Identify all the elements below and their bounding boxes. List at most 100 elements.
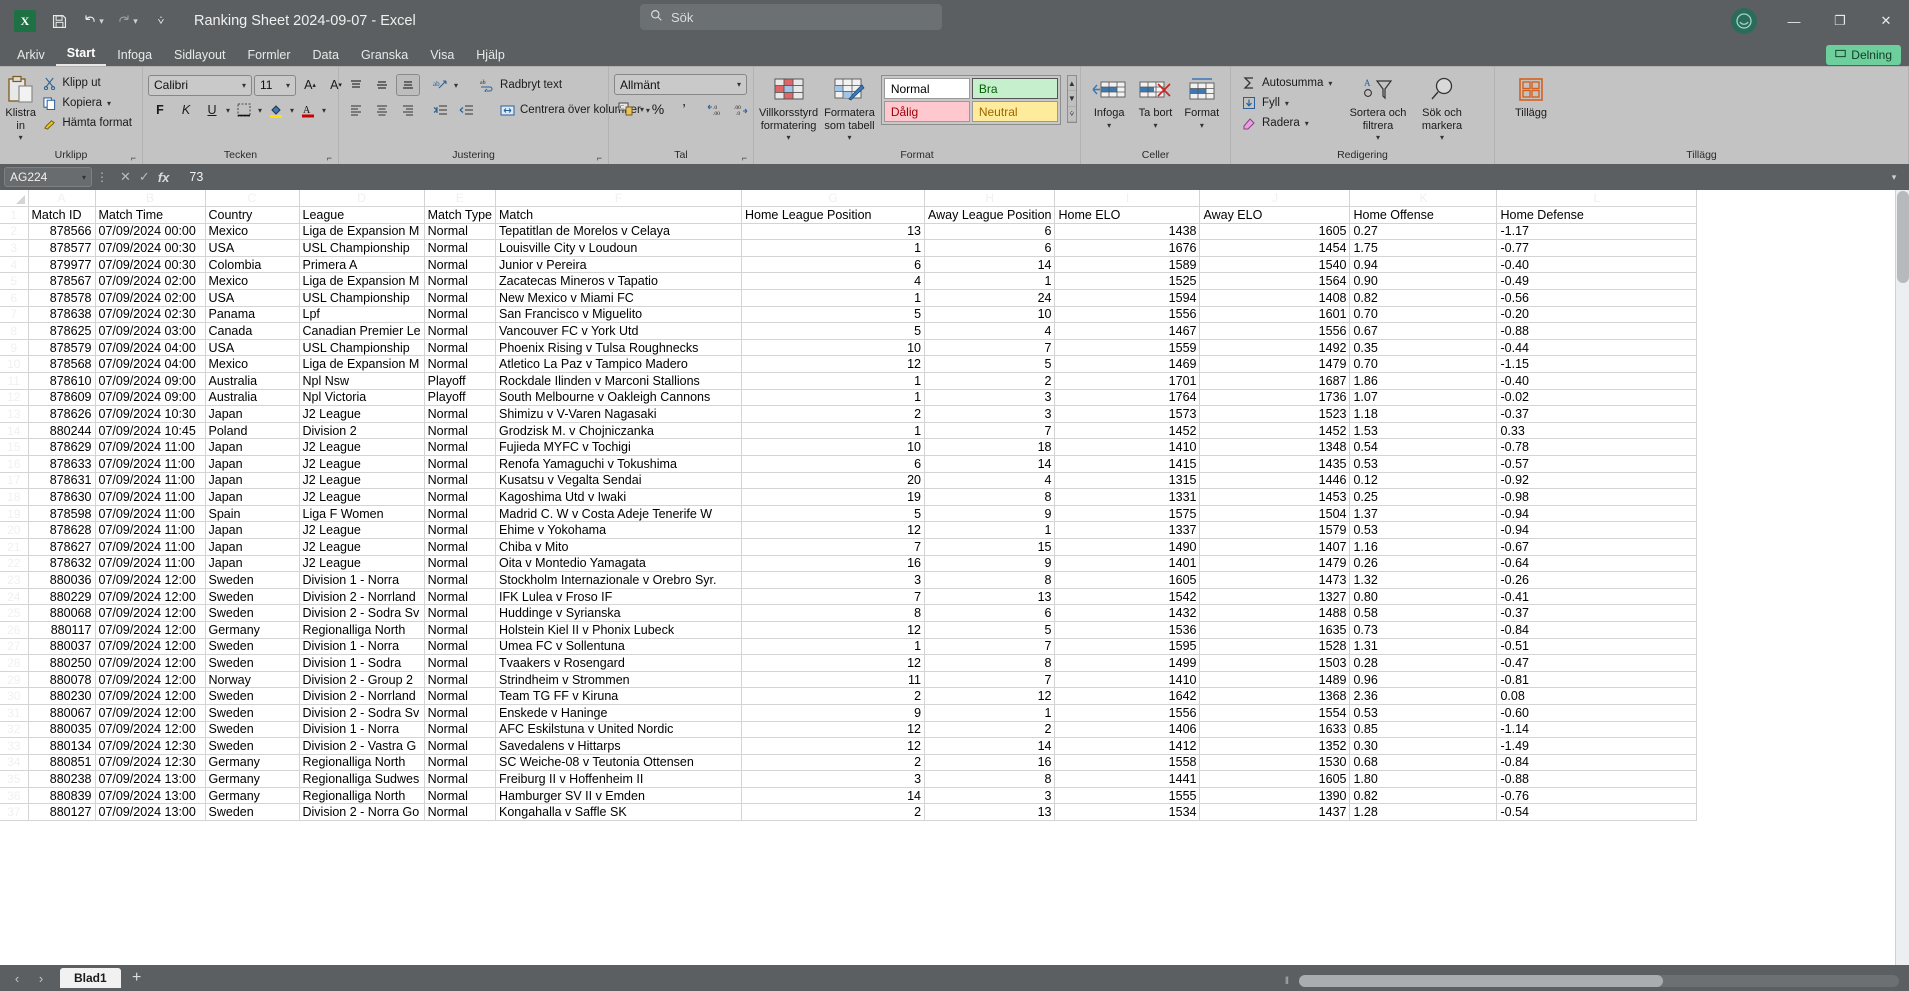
cell[interactable]: 0.25 [1349,488,1498,506]
tab-visa[interactable]: Visa [419,46,465,66]
row-header[interactable]: 32 [0,721,29,739]
customize-quick-access-icon[interactable]: ⩒ [144,5,178,37]
cell[interactable]: 07/09/2024 12:00 [95,571,206,589]
cell[interactable]: Npl Nsw [299,372,425,390]
cell[interactable]: J2 League [299,538,425,556]
cell[interactable]: 07/09/2024 12:00 [95,638,206,656]
cell[interactable]: 07/09/2024 09:00 [95,389,206,407]
decrease-indent-button[interactable] [428,99,452,121]
sort-filter-chevron-down-icon[interactable]: ▾ [1376,132,1380,145]
cell[interactable]: Sweden [205,721,300,739]
column-header-h[interactable]: H [924,190,1056,208]
cell[interactable]: -0.64 [1496,555,1698,573]
save-icon[interactable] [42,5,76,37]
cell[interactable]: Normal [424,505,497,523]
cell[interactable]: 07/09/2024 10:30 [95,405,206,423]
cell[interactable]: 1401 [1054,555,1201,573]
cell[interactable]: 0.33 [1496,422,1698,440]
tab-hjalp[interactable]: Hjälp [465,46,516,66]
cell[interactable]: 878598 [28,505,96,523]
cell[interactable]: 07/09/2024 12:00 [95,621,206,639]
cell[interactable]: 1554 [1199,704,1351,722]
find-select-button[interactable]: Sök och markera ▾ [1410,71,1474,145]
cell[interactable]: 7 [741,588,926,606]
cell[interactable]: 2.36 [1349,687,1498,705]
cell[interactable]: Division 1 - Norra [299,571,425,589]
cell[interactable]: 07/09/2024 11:00 [95,455,206,473]
cell[interactable]: South Melbourne v Oakleigh Cannons [495,389,743,407]
row-header[interactable]: 14 [0,422,29,440]
cell-style-dalig[interactable]: Dålig [883,101,970,122]
underline-button[interactable]: U [200,99,224,121]
cell[interactable]: 1605 [1199,223,1351,241]
cell[interactable]: Mexico [205,223,300,241]
cell[interactable]: 880036 [28,571,96,589]
cell[interactable]: -0.84 [1496,621,1698,639]
cell[interactable]: Match Time [95,206,206,224]
cell[interactable]: 8 [924,654,1056,672]
cell[interactable]: Regionalliga North [299,787,425,805]
cell-style-bra[interactable]: Bra [971,78,1058,99]
accounting-format-button[interactable]: C [614,98,638,120]
row-header[interactable]: 24 [0,588,29,606]
previous-sheet-icon[interactable]: ‹ [6,971,28,986]
alignment-dialog-launcher-icon[interactable]: ⌐ [597,153,602,163]
insert-function-icon[interactable]: fx [158,170,170,185]
cell[interactable]: Away ELO [1199,206,1351,224]
cell[interactable]: Germany [205,754,300,772]
cell[interactable]: 880244 [28,422,96,440]
cell[interactable]: J2 League [299,521,425,539]
cell[interactable]: 1642 [1054,687,1201,705]
cell[interactable]: 2 [924,372,1056,390]
cell[interactable]: 1536 [1054,621,1201,639]
font-size-select[interactable]: 11 ▾ [254,74,296,96]
cell[interactable]: 2 [741,754,926,772]
cell[interactable]: Stockholm Internazionale v Orebro Syr. [495,571,743,589]
cell[interactable]: 2 [741,687,926,705]
styles-more-icon[interactable]: ⩒ [1067,107,1076,122]
cell[interactable]: 7 [741,538,926,556]
cell[interactable]: 878629 [28,438,96,456]
cell[interactable]: Germany [205,621,300,639]
cell[interactable]: 1.18 [1349,405,1498,423]
row-header[interactable]: 22 [0,555,29,573]
cell[interactable]: 878566 [28,223,96,241]
cell[interactable]: 878628 [28,521,96,539]
cell[interactable]: -0.78 [1496,438,1698,456]
cell[interactable]: 07/09/2024 12:00 [95,687,206,705]
cell[interactable]: -0.51 [1496,638,1698,656]
row-header[interactable]: 29 [0,671,29,689]
cell[interactable]: 0.94 [1349,256,1498,274]
cell[interactable]: 19 [741,488,926,506]
cell[interactable]: 07/09/2024 00:00 [95,223,206,241]
cell[interactable]: J2 League [299,488,425,506]
cell[interactable]: Normal [424,571,497,589]
cell[interactable]: Normal [424,671,497,689]
cell[interactable]: Normal [424,272,497,291]
cell[interactable]: 1331 [1054,488,1201,506]
row-header[interactable]: 15 [0,438,29,456]
cell[interactable]: -1.17 [1496,223,1698,241]
row-header[interactable]: 33 [0,737,29,755]
maximize-button[interactable]: ❐ [1817,0,1863,42]
cell[interactable]: 10 [924,306,1056,324]
cell[interactable]: Chiba v Mito [495,538,743,556]
cell[interactable]: 1488 [1199,604,1351,622]
cell[interactable]: 1438 [1054,223,1201,241]
cell[interactable]: 0.53 [1349,455,1498,473]
horizontal-split-handle[interactable]: ‖ [1285,976,1289,987]
cell[interactable]: 880238 [28,770,96,788]
cell[interactable]: 880839 [28,787,96,805]
cell[interactable]: Normal [424,621,497,639]
cell[interactable]: -0.81 [1496,671,1698,689]
increase-indent-button[interactable] [454,99,478,121]
row-header[interactable]: 30 [0,687,29,705]
row-header[interactable]: 20 [0,521,29,539]
align-center-button[interactable] [370,99,394,121]
cell[interactable]: Fujieda MYFC v Tochigi [495,438,743,456]
cell[interactable]: Division 1 - Norra [299,638,425,656]
cell[interactable]: -0.98 [1496,488,1698,506]
cell[interactable]: J2 League [299,438,425,456]
cell[interactable]: Savedalens v Hittarps [495,737,743,755]
delete-cells-button[interactable]: Ta bort ▾ [1132,71,1178,132]
